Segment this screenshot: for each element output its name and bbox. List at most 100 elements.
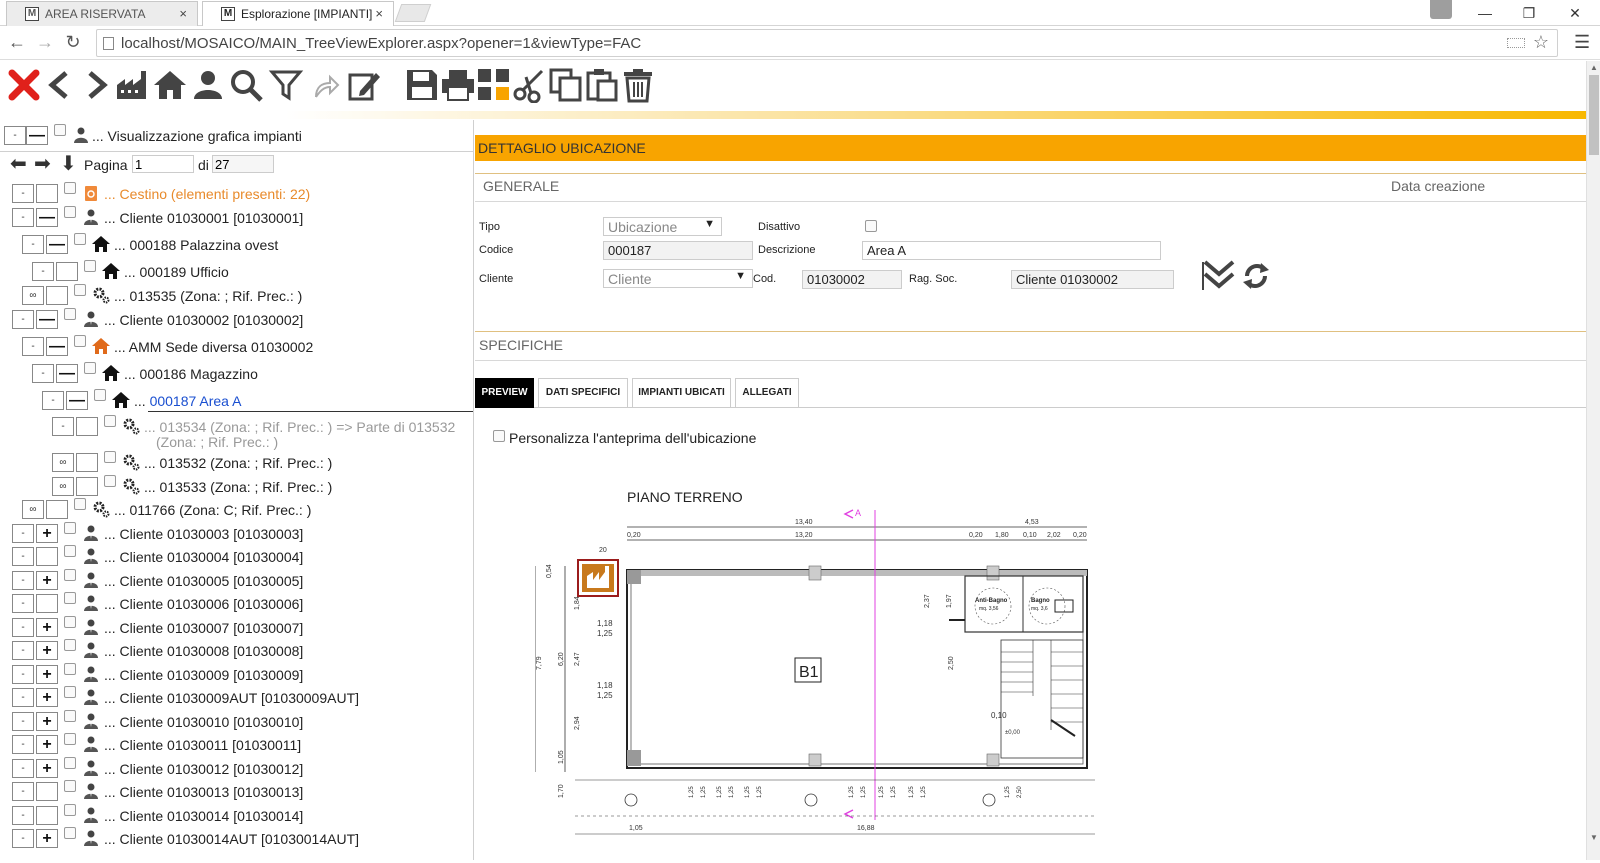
print-icon[interactable] xyxy=(440,67,476,103)
tree-node-label[interactable]: ... Cliente 01030007 [01030007] xyxy=(104,620,303,636)
tree-link-expander[interactable]: ∞ xyxy=(22,286,44,305)
tree-toggle[interactable]: + xyxy=(36,618,58,637)
tree-link-expander[interactable]: ∞ xyxy=(52,453,74,472)
tree-row[interactable]: - — ... Cliente 01030001 [01030001] xyxy=(0,206,473,228)
tree-checkbox[interactable] xyxy=(64,206,76,218)
tab-allegati[interactable]: ALLEGATI xyxy=(735,378,799,408)
page-input[interactable] xyxy=(132,155,194,173)
tree-expander[interactable]: - xyxy=(12,829,34,848)
tree-row[interactable]: ∞ ... 013532 (Zona: ; Rif. Prec.: ) xyxy=(0,451,473,473)
tree-node-label[interactable]: ... Cliente 01030008 [01030008] xyxy=(104,643,303,659)
tree-node-label[interactable]: ... Cliente 01030010 [01030010] xyxy=(104,714,303,730)
user-icon[interactable] xyxy=(190,67,226,103)
tree-expander[interactable]: - xyxy=(12,641,34,660)
scroll-up-icon[interactable]: ▲ xyxy=(1590,63,1598,72)
paste-icon[interactable] xyxy=(584,67,620,103)
filter-icon[interactable] xyxy=(268,67,304,103)
tree-toggle[interactable]: + xyxy=(36,524,58,543)
tree-toggle[interactable]: + xyxy=(36,829,58,848)
tree-checkbox[interactable] xyxy=(84,260,96,272)
structure-icon[interactable] xyxy=(476,67,512,103)
tree-node-label[interactable]: ... 013535 (Zona: ; Rif. Prec.: ) xyxy=(114,288,302,304)
tree-row[interactable]: - — ... Cliente 01030002 [01030002] xyxy=(0,308,473,330)
prev-page-icon[interactable]: ⬅ xyxy=(10,153,27,175)
tree-toggle[interactable]: — xyxy=(46,235,68,254)
tree-node-label[interactable]: ... 013534 (Zona: ; Rif. Prec.: ) => Par… xyxy=(144,419,455,435)
tree-checkbox[interactable] xyxy=(74,284,86,296)
tree-checkbox[interactable] xyxy=(94,389,106,401)
tree-toggle[interactable] xyxy=(56,262,78,281)
tree-toggle[interactable] xyxy=(46,500,68,519)
tree-expander[interactable]: - xyxy=(12,735,34,754)
tree-expander[interactable]: - xyxy=(42,391,64,410)
tree-node-label[interactable]: ... Cliente 01030004 [01030004] xyxy=(104,549,303,565)
tree-node-label[interactable]: ... Cliente 01030012 [01030012] xyxy=(104,761,303,777)
tree-toggle[interactable] xyxy=(36,184,58,203)
reload-icon[interactable]: ↻ xyxy=(62,31,84,53)
tree-toggle[interactable]: — xyxy=(26,126,48,145)
tree-toggle[interactable]: — xyxy=(46,337,68,356)
tree-checkbox[interactable] xyxy=(64,545,76,557)
tree-row[interactable]: - + ... Cliente 01030014AUT [01030014AUT] xyxy=(0,827,473,849)
tree-node-label[interactable]: ... 000187 Area A xyxy=(134,393,241,409)
tipo-select[interactable]: Ubicazione ▼ xyxy=(603,217,722,236)
ragsoc-field[interactable]: Cliente 01030002 xyxy=(1011,270,1174,289)
tree-root-label[interactable]: ... Visualizzazione grafica impianti xyxy=(92,128,302,144)
tab-preview[interactable]: PREVIEW xyxy=(475,378,534,408)
tree-toggle[interactable] xyxy=(76,453,98,472)
close-tab-icon[interactable]: × xyxy=(375,6,383,21)
tree-toggle[interactable]: — xyxy=(56,364,78,383)
tree-row[interactable]: - + ... Cliente 01030005 [01030005] xyxy=(0,569,473,591)
tree-toggle[interactable] xyxy=(36,594,58,613)
page-scrollbar[interactable]: ▲ ▼ xyxy=(1586,61,1600,860)
tree-node-label[interactable]: ... Cliente 01030013 [01030013] xyxy=(104,784,303,800)
tree-row[interactable]: - + ... Cliente 01030010 [01030010] xyxy=(0,710,473,732)
tree-node-label[interactable]: ... Cliente 01030011 [01030011] xyxy=(104,737,301,753)
tree-row[interactable]: - + ... Cliente 01030008 [01030008] xyxy=(0,639,473,661)
tree-toggle[interactable]: + xyxy=(36,759,58,778)
tree-node-label[interactable]: ... Cliente 01030014 [01030014] xyxy=(104,808,303,824)
close-tab-icon[interactable]: × xyxy=(179,6,187,21)
tree-row[interactable]: - + ... Cliente 01030003 [01030003] xyxy=(0,522,473,544)
tree-node-label[interactable]: ... 011766 (Zona: C; Rif. Prec.: ) xyxy=(114,502,311,518)
tree-checkbox[interactable] xyxy=(64,804,76,816)
last-page-icon[interactable]: ⬇ xyxy=(60,153,77,175)
tree-link-expander[interactable]: ∞ xyxy=(52,477,74,496)
tab-dati-specifici[interactable]: DATI SPECIFICI xyxy=(538,378,628,408)
tree-row[interactable]: - — ... 000187 Area A xyxy=(0,389,473,412)
disattivo-checkbox[interactable] xyxy=(865,220,877,232)
tree-node-label-line2[interactable]: (Zona: ; Rif. Prec.: ) xyxy=(156,434,278,450)
tree-expander[interactable]: - xyxy=(12,571,34,590)
tree-node-label[interactable]: ... Cestino (elementi presenti: 22) xyxy=(104,186,310,202)
tree-node-label[interactable]: ... 013532 (Zona: ; Rif. Prec.: ) xyxy=(144,455,332,471)
tree-expander[interactable]: - xyxy=(12,524,34,543)
selected-node-label[interactable]: 000187 Area A xyxy=(150,393,242,409)
tree-checkbox[interactable] xyxy=(64,663,76,675)
url-text[interactable]: localhost/MOSAICO/MAIN_TreeViewExplorer.… xyxy=(121,35,641,52)
tree-row[interactable]: - ... Cliente 01030006 [01030006] xyxy=(0,592,473,614)
tree-row[interactable]: - + ... Cliente 01030009AUT [01030009AUT] xyxy=(0,686,473,708)
browser-tab-area-riservata[interactable]: M AREA RISERVATA × xyxy=(6,1,198,26)
tree-row[interactable]: - — ... 000186 Magazzino xyxy=(0,362,473,384)
select-client-icon[interactable] xyxy=(1201,260,1237,292)
tree-node-label[interactable]: ... 000188 Palazzina ovest xyxy=(114,237,278,253)
profile-icon[interactable] xyxy=(1430,0,1452,19)
forward-icon[interactable] xyxy=(78,67,114,103)
tree-expander[interactable]: - xyxy=(22,337,44,356)
tree-checkbox[interactable] xyxy=(104,475,116,487)
tree-toggle[interactable]: — xyxy=(36,310,58,329)
tree-checkbox[interactable] xyxy=(64,308,76,320)
browser-menu-icon[interactable]: ☰ xyxy=(1574,32,1590,53)
tree-row[interactable]: ∞ ... 013535 (Zona: ; Rif. Prec.: ) xyxy=(0,284,473,306)
tree-expander[interactable]: - xyxy=(32,262,54,281)
save-icon[interactable] xyxy=(404,67,440,103)
tree-expander[interactable]: - xyxy=(12,208,34,227)
tree-node-label[interactable]: ... AMM Sede diversa 01030002 xyxy=(114,339,313,355)
back-icon[interactable] xyxy=(42,67,78,103)
tree-expander[interactable]: - xyxy=(4,126,26,145)
tree-toggle[interactable] xyxy=(36,806,58,825)
tree-checkbox[interactable] xyxy=(64,569,76,581)
tree-checkbox[interactable] xyxy=(64,592,76,604)
tree-row[interactable]: ∞ ... 013533 (Zona: ; Rif. Prec.: ) xyxy=(0,475,473,497)
tree-toggle[interactable] xyxy=(46,286,68,305)
